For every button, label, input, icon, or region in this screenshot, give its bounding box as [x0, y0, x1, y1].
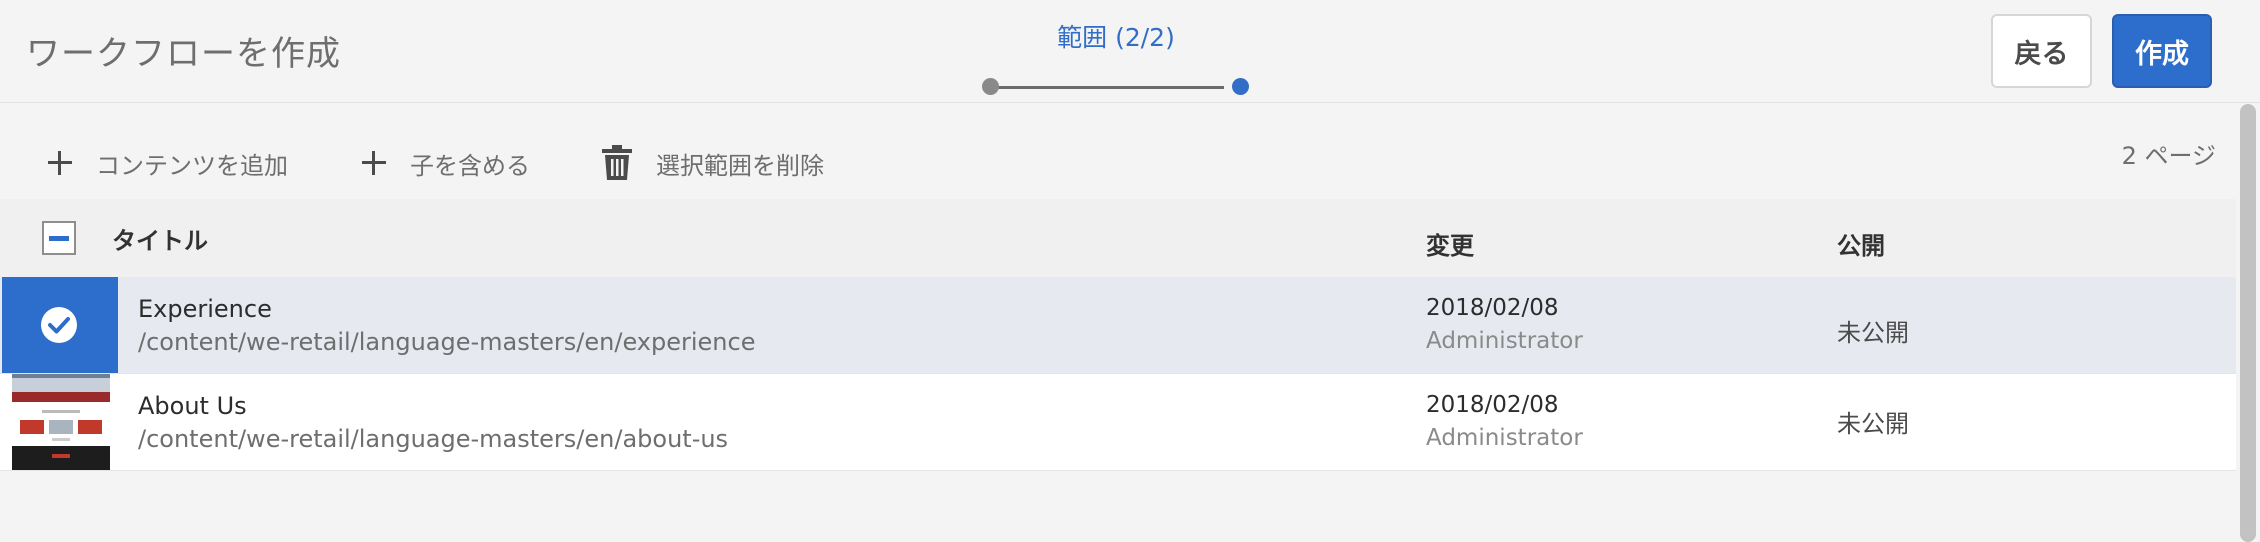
add-content-label: コンテンツを追加 — [96, 151, 288, 180]
add-content-button[interactable]: コンテンツを追加 — [44, 143, 288, 183]
back-button[interactable]: 戻る — [1991, 14, 2092, 88]
row-modified-date: 2018/02/08 — [1426, 392, 1559, 418]
row-title: About Us — [138, 392, 247, 420]
table-row[interactable]: About Us /content/we-retail/language-mas… — [0, 374, 2236, 471]
step-1-dot[interactable] — [982, 78, 999, 95]
row-modified-user: Administrator — [1426, 425, 1583, 451]
column-modified[interactable]: 変更 — [1426, 226, 1474, 261]
row-publish-status: 未公開 — [1837, 319, 1909, 347]
table-row[interactable]: Experience /content/we-retail/language-m… — [0, 277, 2236, 374]
plus-icon — [44, 148, 74, 178]
row-publish-status: 未公開 — [1837, 410, 1909, 438]
content-table: タイトル 変更 公開 Experience /content/we-retail… — [0, 199, 2236, 471]
vertical-scrollbar[interactable] — [2240, 104, 2256, 542]
indeterminate-icon — [49, 236, 69, 241]
plus-icon — [358, 148, 388, 178]
selection-toolbar: コンテンツを追加 子を含める 選択範囲を削除 — [0, 103, 2230, 199]
step-2-dot — [1232, 78, 1249, 95]
page-thumbnail[interactable] — [2, 374, 118, 470]
delete-selection-button[interactable]: 選択範囲を削除 — [600, 143, 824, 183]
page-count: 2 ページ — [2121, 142, 2216, 170]
workflow-header: ワークフローを作成 範囲 (2/2) 戻る 作成 — [0, 0, 2260, 103]
wizard-step-indicator: 範囲 (2/2) — [980, 16, 1252, 95]
include-children-label: 子を含める — [410, 151, 530, 180]
row-path: /content/we-retail/language-masters/en/a… — [138, 425, 729, 453]
row-modified-user: Administrator — [1426, 328, 1583, 354]
step-label: 範囲 (2/2) — [1057, 23, 1175, 52]
table-header: タイトル 変更 公開 — [0, 199, 2236, 277]
column-published[interactable]: 公開 — [1837, 226, 1885, 261]
delete-selection-label: 選択範囲を削除 — [656, 151, 824, 180]
create-button[interactable]: 作成 — [2112, 14, 2212, 88]
row-path: /content/we-retail/language-masters/en/e… — [138, 328, 756, 356]
page-title: ワークフローを作成 — [26, 34, 341, 74]
trash-icon — [600, 145, 634, 181]
column-title[interactable]: タイトル — [112, 221, 208, 256]
row-select-checkbox[interactable] — [2, 277, 118, 373]
row-title: Experience — [138, 295, 272, 323]
select-all-checkbox[interactable] — [42, 221, 76, 255]
step-track — [994, 86, 1224, 89]
include-children-button[interactable]: 子を含める — [358, 143, 530, 183]
checkmark-icon — [41, 307, 77, 343]
row-modified-date: 2018/02/08 — [1426, 295, 1559, 321]
